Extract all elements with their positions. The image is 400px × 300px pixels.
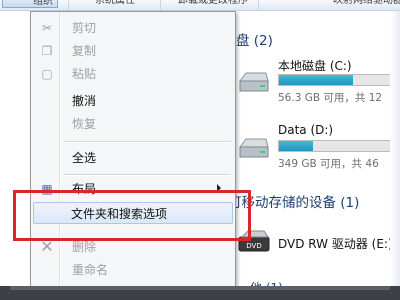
organize-menu: ✂ 剪切 ❐ 复制 ▢ 粘贴 撤消 恢复 全选 ▦ 布局 文件夹和搜索选项 ✕ … [30, 11, 236, 290]
drive-d-name: Data (D:) [278, 123, 334, 137]
drive-c-name: 本地磁盘 (C:) [278, 59, 352, 73]
drive-d-usage-bar [278, 140, 400, 152]
organize-label: 组织 [33, 0, 53, 7]
menu-item-rename[interactable]: 重命名 [33, 259, 233, 281]
delete-icon: ✕ [40, 237, 54, 256]
hard-drive-icon [239, 138, 269, 158]
menu-item-label: 全选 [72, 151, 97, 165]
menu-separator [64, 141, 231, 143]
paste-icon: ▢ [41, 67, 53, 81]
dvd-drive-name: DVD RW 驱动器 (E:) [278, 237, 393, 251]
menu-item-label: 恢复 [72, 117, 97, 131]
menu-item-label: 撤消 [72, 94, 97, 108]
drive-c-usage-bar [278, 74, 400, 86]
uninstall-program-button[interactable]: 卸载或更改程序 [178, 0, 253, 8]
drive-d-info: 349 GB 可用，共 46 [278, 158, 379, 170]
drive-d[interactable]: Data (D:) 349 GB 可用，共 46 [236, 123, 400, 173]
toolbar-divider [258, 0, 259, 10]
menu-item-label: 复制 [72, 44, 97, 58]
drive-c[interactable]: 本地磁盘 (C:) 56.3 GB 可用，共 12 [236, 57, 400, 107]
menu-item-label: 删除 [72, 240, 97, 254]
toolbar-divider [68, 0, 69, 10]
dvd-drive[interactable]: DVD DVD RW 驱动器 (E:) [236, 229, 400, 259]
hard-drive-icon [239, 72, 269, 92]
annotation-highlight-box [13, 190, 251, 241]
menu-item-label: 重命名 [72, 263, 109, 277]
menu-item-label: 剪切 [72, 21, 97, 35]
menu-separator [64, 174, 231, 176]
hard-disks-group-header[interactable]: 盘 (2) [236, 29, 273, 49]
taskbar-strip-inner [10, 286, 390, 290]
menu-item-label: 粘贴 [72, 67, 97, 81]
map-network-drive-button[interactable]: 映射网络驱动器 [333, 0, 400, 8]
drive-c-usage-fill [279, 75, 353, 85]
drive-c-info: 56.3 GB 可用，共 12 [278, 92, 383, 104]
copy-icon: ❐ [41, 44, 53, 58]
toolbar-divider [160, 0, 161, 10]
dvd-badge-text: DVD [246, 242, 261, 250]
menu-item-select-all[interactable]: 全选 [33, 147, 233, 169]
scissors-icon: ✂ [41, 21, 53, 35]
drive-d-usage-fill [279, 141, 313, 151]
menu-item-redo[interactable]: 恢复 [33, 113, 233, 135]
window-edge [390, 11, 400, 286]
content-pane: 盘 (2) 本地磁盘 (C:) 56.3 GB 可用，共 12 Data (D:… [228, 11, 400, 295]
menu-item-undo[interactable]: 撤消 [33, 90, 233, 112]
organize-button[interactable]: 组织 [2, 0, 58, 8]
explorer-toolbar: 组织 系统属性 卸载或更改程序 映射网络驱动器 [0, 0, 400, 11]
menu-item-copy[interactable]: ❐ 复制 [33, 40, 233, 62]
taskbar-strip [0, 286, 400, 300]
menu-item-cut[interactable]: ✂ 剪切 [33, 17, 233, 39]
system-properties-button[interactable]: 系统属性 [95, 0, 155, 8]
menu-item-paste[interactable]: ▢ 粘贴 [33, 63, 233, 85]
